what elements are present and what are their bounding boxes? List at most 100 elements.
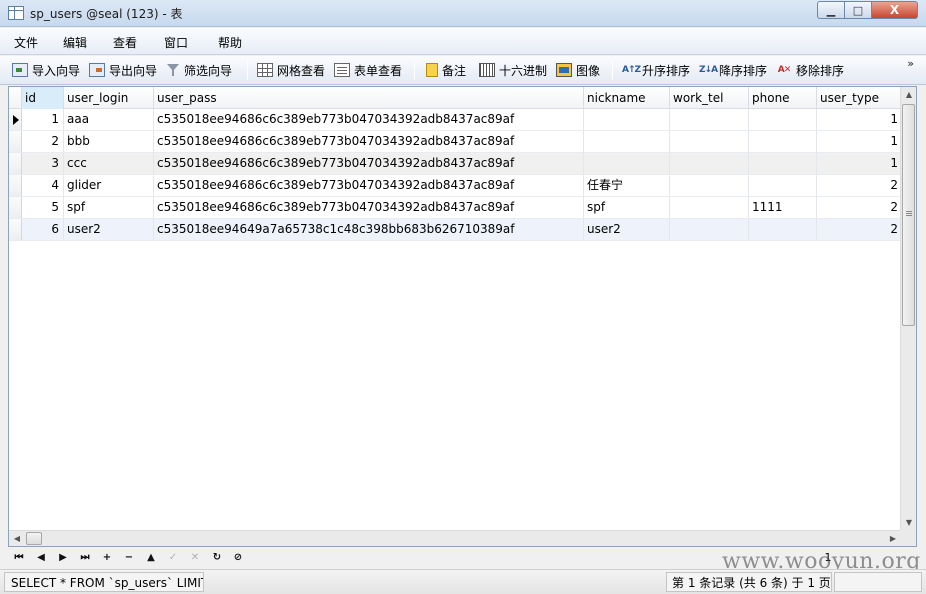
cell-work-tel[interactable] <box>670 219 749 240</box>
horizontal-scroll-thumb[interactable] <box>26 532 42 545</box>
filter-wizard-button[interactable]: 筛选向导 <box>166 61 232 79</box>
cell-id[interactable]: 3 <box>22 153 64 174</box>
cell-nickname[interactable] <box>584 153 670 174</box>
cell-user-type[interactable]: 2 <box>817 175 901 196</box>
cell-user-login[interactable]: ccc <box>64 153 154 174</box>
cell-user-pass[interactable]: c535018ee94686c6c389eb773b047034392adb84… <box>154 175 584 196</box>
cell-id[interactable]: 5 <box>22 197 64 218</box>
cell-user-login[interactable]: user2 <box>64 219 154 240</box>
cell-user-type[interactable]: 2 <box>817 219 901 240</box>
vertical-scroll-thumb[interactable] <box>902 104 915 326</box>
sort-ascending-button[interactable]: A↑Z 升序排序 <box>622 61 690 79</box>
cell-user-login[interactable]: glider <box>64 175 154 196</box>
cell-user-type[interactable]: 1 <box>817 153 901 174</box>
cell-nickname[interactable]: user2 <box>584 219 670 240</box>
cell-user-pass[interactable]: c535018ee94686c6c389eb773b047034392adb84… <box>154 197 584 218</box>
cell-user-login[interactable]: bbb <box>64 131 154 152</box>
cell-phone[interactable] <box>749 131 817 152</box>
scroll-down-icon[interactable]: ▼ <box>901 515 916 531</box>
row-indicator[interactable] <box>9 219 22 240</box>
cell-user-login[interactable]: spf <box>64 197 154 218</box>
column-header-id[interactable]: id <box>22 87 64 109</box>
export-wizard-button[interactable]: 导出向导 <box>89 61 157 79</box>
toolbar-overflow-button[interactable]: » <box>907 58 914 69</box>
cell-work-tel[interactable] <box>670 175 749 196</box>
cell-user-pass[interactable]: c535018ee94686c6c389eb773b047034392adb84… <box>154 131 584 152</box>
cell-phone[interactable] <box>749 109 817 130</box>
row-indicator[interactable] <box>9 131 22 152</box>
import-wizard-button[interactable]: 导入向导 <box>12 61 80 79</box>
menu-view[interactable]: 查看 <box>113 34 137 51</box>
scroll-right-icon[interactable]: ▶ <box>885 531 901 546</box>
cell-user-type[interactable]: 2 <box>817 197 901 218</box>
vertical-scrollbar[interactable]: ▲ ▼ <box>900 87 916 531</box>
cell-nickname[interactable]: spf <box>584 197 670 218</box>
grid-view-button[interactable]: 网格查看 <box>257 61 325 79</box>
table-row[interactable]: 3 ccc c535018ee94686c6c389eb773b04703439… <box>9 153 901 175</box>
row-indicator[interactable] <box>9 197 22 218</box>
cell-id[interactable]: 2 <box>22 131 64 152</box>
column-header-work-tel[interactable]: work_tel <box>670 87 749 109</box>
next-record-icon[interactable]: ▶ <box>55 550 71 566</box>
cell-user-pass[interactable]: c535018ee94686c6c389eb773b047034392adb84… <box>154 153 584 174</box>
scroll-up-icon[interactable]: ▲ <box>901 87 916 103</box>
form-view-button[interactable]: 表单查看 <box>334 61 402 79</box>
cell-phone[interactable] <box>749 219 817 240</box>
menu-file[interactable]: 文件 <box>14 34 38 51</box>
cell-work-tel[interactable] <box>670 109 749 130</box>
table-row[interactable]: 5 spf c535018ee94686c6c389eb773b04703439… <box>9 197 901 219</box>
remove-sort-button[interactable]: A✕ 移除排序 <box>776 61 844 79</box>
menu-window[interactable]: 窗口 <box>164 34 188 51</box>
row-indicator[interactable] <box>9 175 22 196</box>
cell-id[interactable]: 1 <box>22 109 64 130</box>
cell-phone[interactable] <box>749 153 817 174</box>
cell-nickname[interactable]: 任春宁 <box>584 175 670 196</box>
scroll-left-icon[interactable]: ◀ <box>9 531 25 546</box>
minimize-button[interactable]: ▁ <box>817 1 845 19</box>
cell-user-pass[interactable]: c535018ee94686c6c389eb773b047034392adb84… <box>154 109 584 130</box>
cancel-edit-icon[interactable]: ✕ <box>187 550 203 566</box>
row-indicator[interactable] <box>9 109 22 130</box>
cell-id[interactable]: 4 <box>22 175 64 196</box>
apply-changes-icon[interactable]: ▲ <box>143 550 159 566</box>
cell-nickname[interactable] <box>584 109 670 130</box>
confirm-icon[interactable]: ✓ <box>165 550 181 566</box>
stop-icon[interactable]: ⊘ <box>230 550 246 566</box>
last-record-icon[interactable]: ⏭ <box>77 550 93 566</box>
cell-nickname[interactable] <box>584 131 670 152</box>
cell-phone[interactable] <box>749 175 817 196</box>
sort-descending-button[interactable]: Z↓A 降序排序 <box>699 61 767 79</box>
row-indicator[interactable] <box>9 153 22 174</box>
cell-user-login[interactable]: aaa <box>64 109 154 130</box>
cell-user-type[interactable]: 1 <box>817 131 901 152</box>
column-header-phone[interactable]: phone <box>749 87 817 109</box>
first-record-icon[interactable]: ⏮ <box>11 550 27 566</box>
hex-button[interactable]: 十六进制 <box>479 61 547 79</box>
cell-work-tel[interactable] <box>670 197 749 218</box>
memo-button[interactable]: 备注 <box>424 61 466 79</box>
menu-edit[interactable]: 编辑 <box>63 34 87 51</box>
table-row[interactable]: 1 aaa c535018ee94686c6c389eb773b04703439… <box>9 109 901 131</box>
column-header-user-type[interactable]: user_type <box>817 87 901 109</box>
column-header-user-login[interactable]: user_login <box>64 87 154 109</box>
table-row[interactable]: 2 bbb c535018ee94686c6c389eb773b04703439… <box>9 131 901 153</box>
image-button[interactable]: 图像 <box>556 61 600 79</box>
cell-work-tel[interactable] <box>670 131 749 152</box>
cell-phone[interactable]: 1111 <box>749 197 817 218</box>
column-header-nickname[interactable]: nickname <box>584 87 670 109</box>
column-header-user-pass[interactable]: user_pass <box>154 87 584 109</box>
add-record-icon[interactable]: + <box>99 550 115 566</box>
delete-record-icon[interactable]: − <box>121 550 137 566</box>
table-row[interactable]: 6 user2 c535018ee94649a7a65738c1c48c398b… <box>9 219 901 241</box>
cell-user-pass[interactable]: c535018ee94649a7a65738c1c48c398bb683b626… <box>154 219 584 240</box>
horizontal-scrollbar[interactable]: ◀ ▶ <box>9 530 901 546</box>
table-row[interactable]: 4 glider c535018ee94686c6c389eb773b04703… <box>9 175 901 197</box>
maximize-button[interactable]: □ <box>845 1 872 19</box>
close-button[interactable]: X <box>872 1 918 19</box>
previous-record-icon[interactable]: ◀ <box>33 550 49 566</box>
cell-work-tel[interactable] <box>670 153 749 174</box>
menu-help[interactable]: 帮助 <box>218 34 242 51</box>
refresh-icon[interactable]: ↻ <box>209 550 225 566</box>
cell-id[interactable]: 6 <box>22 219 64 240</box>
cell-user-type[interactable]: 1 <box>817 109 901 130</box>
